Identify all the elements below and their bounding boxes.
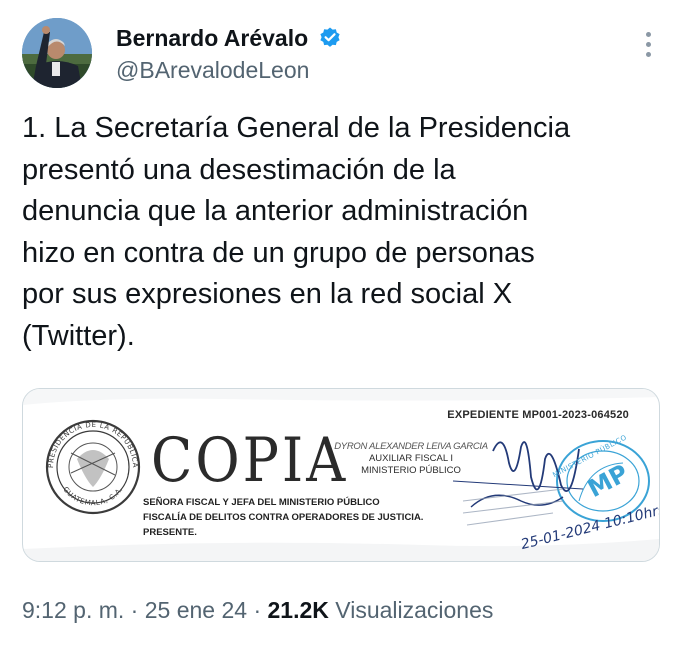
copia-stamp: COPIA	[151, 425, 349, 496]
meta-separator: ·	[124, 597, 145, 623]
tweet-media-image[interactable]: PRESIDENCIA DE LA REPÚBLICA GUATEMALA, C…	[22, 388, 660, 562]
author-display-name[interactable]: Bernardo Arévalo	[116, 24, 308, 52]
svg-text:GUATEMALA, C.A.: GUATEMALA, C.A.	[61, 485, 124, 507]
more-vertical-icon[interactable]	[636, 32, 660, 62]
addressee-line: PRESENTE.	[143, 527, 197, 538]
document-scan: PRESIDENCIA DE LA REPÚBLICA GUATEMALA, C…	[23, 389, 659, 561]
expediente-number: EXPEDIENTE MP001-2023-064520	[447, 409, 629, 421]
tweet-text: 1. La Secretaría General de la Presidenc…	[22, 112, 571, 352]
signer-office: MINISTERIO PÚBLICO	[361, 465, 461, 476]
stamp-mark: MP	[583, 459, 633, 503]
signer-name: DYRON ALEXANDER LEIVA GARCIA	[334, 441, 488, 452]
signer-block: DYRON ALEXANDER LEIVA GARCIA AUXILIAR FI…	[321, 441, 501, 477]
handwritten-date: 25-01-2024 10:10hrs	[519, 502, 659, 553]
addressee-line: SEÑORA FISCAL Y JEFA DEL MINISTERIO PÚBL…	[143, 497, 380, 508]
seal-top-text: PRESIDENCIA DE LA REPÚBLICA	[47, 421, 139, 468]
addressee-block: SEÑORA FISCAL Y JEFA DEL MINISTERIO PÚBL…	[143, 495, 423, 540]
views-label: Visualizaciones	[328, 597, 494, 623]
addressee-line: FISCALÍA DE DELITOS CONTRA OPERADORES DE…	[143, 512, 424, 523]
svg-text:PRESIDENCIA DE LA REPÚBLICA: PRESIDENCIA DE LA REPÚBLICA	[47, 421, 139, 468]
tweet-meta: 9:12 p. m. · 25 ene 24 · 21.2K Visualiza…	[22, 597, 493, 624]
author-names: Bernardo Arévalo @BArevalodeLeon	[116, 24, 342, 84]
verified-badge-icon	[318, 26, 342, 50]
meta-separator: ·	[247, 597, 268, 623]
avatar[interactable]	[22, 18, 92, 88]
seal-bottom-text: GUATEMALA, C.A.	[61, 485, 124, 507]
author-handle[interactable]: @BArevalodeLeon	[116, 56, 342, 84]
views-count: 21.2K	[267, 597, 329, 623]
tweet-time[interactable]: 9:12 p. m.	[22, 597, 124, 623]
tweet-date[interactable]: 25 ene 24	[145, 597, 247, 623]
tweet-header: Bernardo Arévalo @BArevalodeLeon	[22, 18, 662, 88]
signer-title: AUXILIAR FISCAL I	[368, 453, 454, 464]
